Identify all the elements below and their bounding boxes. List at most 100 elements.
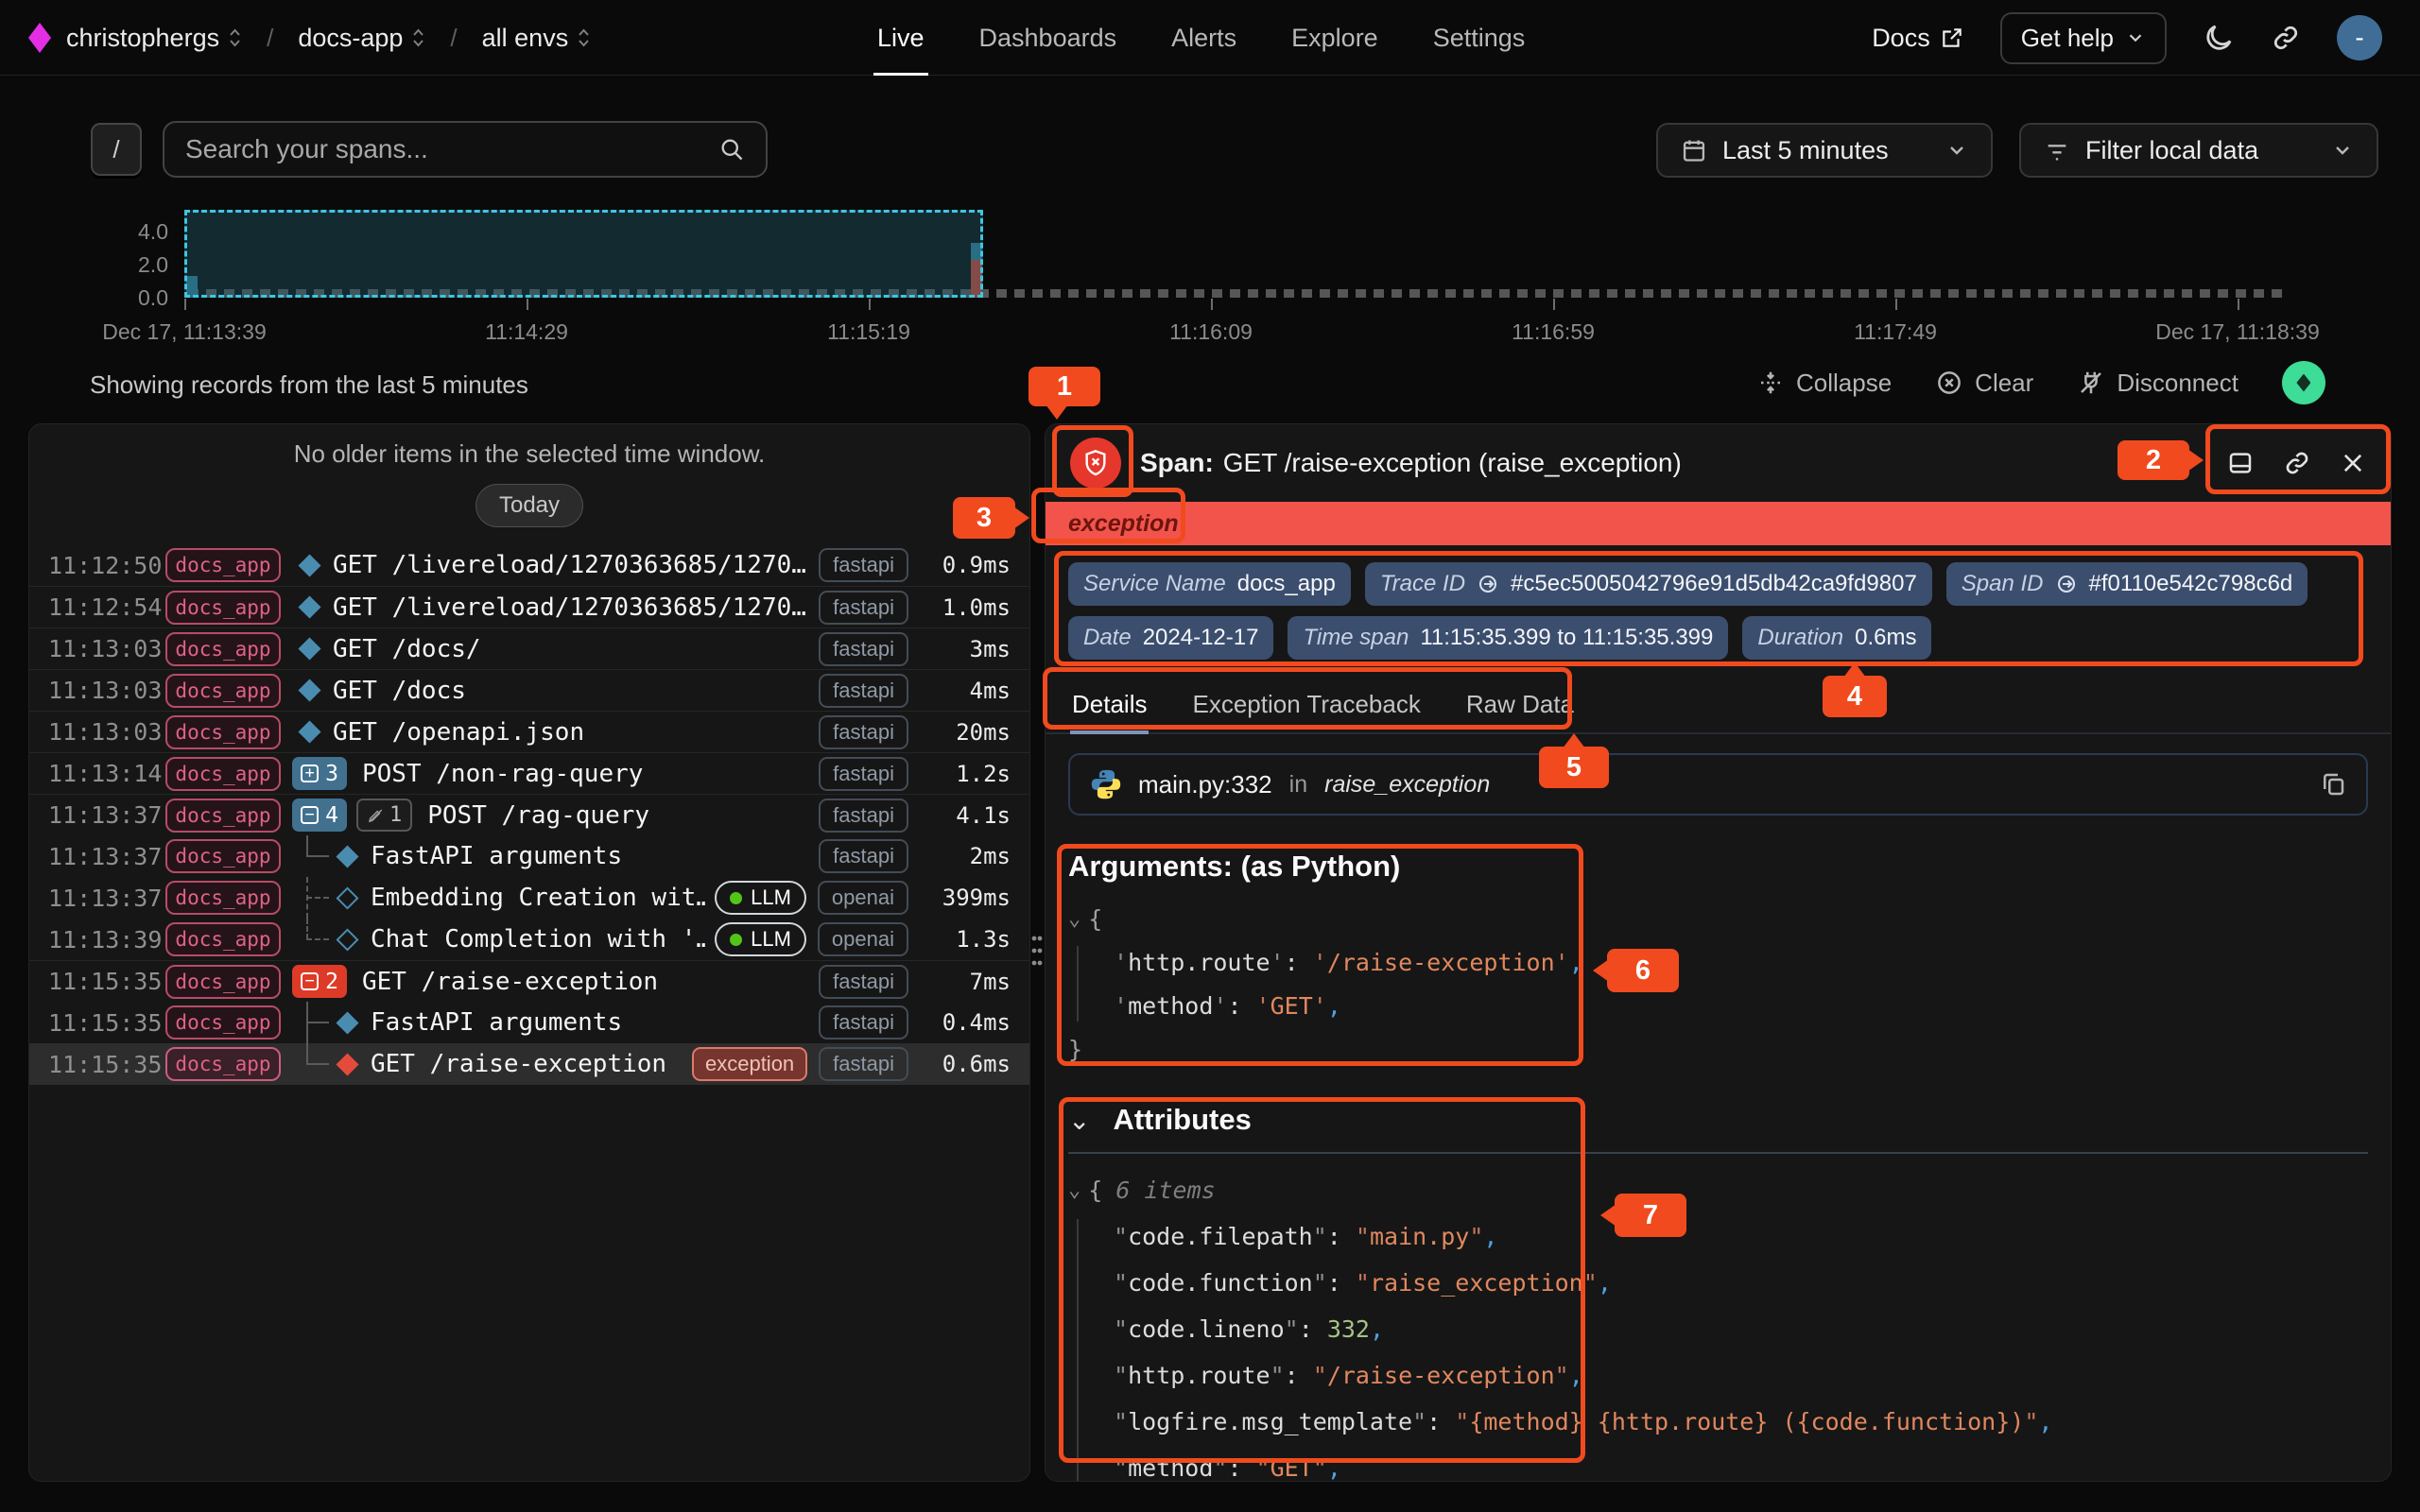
span-row[interactable]: 11:13:03docs_appGET /docs/fastapi3ms xyxy=(29,627,1029,669)
clear-button[interactable]: Clear xyxy=(1935,369,2033,398)
span-row[interactable]: 11:12:54docs_appGET /livereload/12703636… xyxy=(29,586,1029,627)
expand-plus-icon: + xyxy=(301,765,319,782)
moon-icon xyxy=(2203,22,2235,54)
service-badge: docs_app xyxy=(165,591,281,625)
tree-connector xyxy=(292,1043,339,1085)
exception-banner-label: exception xyxy=(1068,510,1179,538)
span-count-badge[interactable]: −4 xyxy=(292,799,347,832)
code-line: ⌄{ xyxy=(1068,897,2368,940)
tree-connector xyxy=(292,1002,339,1043)
span-row[interactable]: 11:12:50docs_appGET /livereload/12703636… xyxy=(29,544,1029,586)
timeline-chart[interactable] xyxy=(184,210,2288,298)
scope-badge: fastapi xyxy=(819,674,908,708)
dark-mode-toggle[interactable] xyxy=(2203,22,2235,54)
span-count-badge[interactable]: +3 xyxy=(292,757,347,790)
span-row[interactable]: 11:13:14docs_app+3POST /non-rag-queryfas… xyxy=(29,752,1029,794)
span-name: GET /openapi.json xyxy=(333,718,807,747)
collapse-icon xyxy=(1756,369,1785,397)
diamond-icon xyxy=(336,845,358,868)
span-metadata-chips: Service Namedocs_appTrace ID#c5ec5005042… xyxy=(1046,545,2391,660)
connector-line xyxy=(306,835,308,856)
span-time: 11:15:35 xyxy=(29,1009,150,1037)
annotation-1: 1 xyxy=(1028,367,1100,406)
annotation-5: 5 xyxy=(1539,747,1609,788)
divider xyxy=(1068,1152,2368,1154)
collapse-button[interactable]: Collapse xyxy=(1756,369,1892,398)
get-help-button[interactable]: Get help xyxy=(2000,12,2167,64)
breadcrumb-org[interactable]: christophergs xyxy=(66,24,242,53)
nav-item-settings[interactable]: Settings xyxy=(1433,0,1526,76)
span-count-badge[interactable]: −2 xyxy=(292,965,347,998)
tree-connector xyxy=(292,919,339,960)
span-tree: −41 xyxy=(292,795,412,836)
copy-button[interactable] xyxy=(2319,770,2347,799)
filter-local-data-button[interactable]: Filter local data xyxy=(2019,123,2378,178)
span-time: 11:15:35 xyxy=(29,1051,150,1078)
span-row[interactable]: 11:15:35docs_appFastAPI argumentsfastapi… xyxy=(29,1002,1029,1043)
connector-line xyxy=(306,897,329,899)
span-duration: 2ms xyxy=(908,843,1029,869)
span-name: GET /livereload/1270363685/1270… xyxy=(333,593,807,622)
search-shortcut-key: / xyxy=(91,123,142,176)
connector-line xyxy=(306,919,308,939)
span-row[interactable]: 11:13:39docs_appChat Completion with '…L… xyxy=(29,919,1029,960)
docs-link[interactable]: Docs xyxy=(1872,24,1964,53)
span-row[interactable]: 11:13:03docs_appGET /docsfastapi4ms xyxy=(29,669,1029,711)
diamond-icon xyxy=(298,720,320,743)
span-row[interactable]: 11:13:03docs_appGET /openapi.jsonfastapi… xyxy=(29,711,1029,752)
span-tree xyxy=(292,670,318,712)
service-badge: docs_app xyxy=(165,632,281,666)
span-title-text: GET /raise-exception (raise_exception) xyxy=(1223,448,1682,477)
breadcrumb-project-label: docs-app xyxy=(298,24,403,53)
service-badge: docs_app xyxy=(165,1005,281,1040)
nav-item-explore[interactable]: Explore xyxy=(1291,0,1378,76)
span-name: FastAPI arguments xyxy=(371,1008,807,1037)
annotation-2: 2 xyxy=(2118,440,2189,480)
chip-label: Date xyxy=(1083,625,1132,651)
span-row[interactable]: 11:13:37docs_appFastAPI argumentsfastapi… xyxy=(29,835,1029,877)
x-tick-label: Dec 17, 11:18:39 xyxy=(2155,319,2319,345)
breadcrumb-project[interactable]: docs-app xyxy=(298,24,425,53)
span-duration: 1.3s xyxy=(908,926,1029,953)
time-range-button[interactable]: Last 5 minutes xyxy=(1656,123,1993,178)
metadata-chip-service-name: Service Namedocs_app xyxy=(1068,562,1351,606)
collapse-minus-icon: − xyxy=(301,806,319,824)
span-time: 11:13:14 xyxy=(29,760,150,787)
span-row[interactable]: 11:13:37docs_appEmbedding Creation wit…L… xyxy=(29,877,1029,919)
span-tree xyxy=(292,835,355,877)
disconnect-button[interactable]: Disconnect xyxy=(2077,369,2238,398)
span-row[interactable]: 11:13:37docs_app−41POST /rag-queryfastap… xyxy=(29,794,1029,835)
copy-link-button[interactable] xyxy=(2283,449,2311,477)
attributes-header[interactable]: ⌄ Attributes xyxy=(1068,1103,2368,1137)
share-link-button[interactable] xyxy=(2271,23,2301,53)
panel-resize-handle[interactable] xyxy=(1029,931,1045,975)
nav-item-live[interactable]: Live xyxy=(877,0,925,76)
disconnect-label: Disconnect xyxy=(2117,369,2238,398)
diamond-icon xyxy=(336,928,358,951)
span-name: GET /livereload/1270363685/1270… xyxy=(333,551,807,579)
chip-value: 2024-12-17 xyxy=(1143,625,1259,651)
close-panel-button[interactable] xyxy=(2340,450,2366,476)
x-tick-label: 11:17:49 xyxy=(1854,319,1937,345)
dock-panel-button[interactable] xyxy=(2226,449,2255,477)
chip-label: Time span xyxy=(1303,625,1409,651)
user-avatar[interactable]: - xyxy=(2337,15,2382,60)
tab-raw-data[interactable]: Raw Data xyxy=(1464,680,1576,732)
span-duration: 7ms xyxy=(908,969,1029,995)
breadcrumb-env[interactable]: all envs xyxy=(482,24,592,53)
span-tree xyxy=(292,1043,355,1085)
tab-details[interactable]: Details xyxy=(1070,680,1149,732)
today-button[interactable]: Today xyxy=(475,484,583,527)
live-indicator-button[interactable] xyxy=(2282,361,2325,404)
chart-selection-window[interactable] xyxy=(184,210,983,298)
search-input[interactable] xyxy=(185,134,705,164)
span-row[interactable]: 11:15:35docs_app−2GET /raise-exceptionfa… xyxy=(29,960,1029,1002)
nav-item-dashboards[interactable]: Dashboards xyxy=(979,0,1117,76)
code-line: 'http.route': '/raise-exception', xyxy=(1068,940,2368,984)
nav-item-alerts[interactable]: Alerts xyxy=(1171,0,1236,76)
x-tick-mark xyxy=(1211,299,1213,310)
span-name: POST /non-rag-query xyxy=(362,760,807,788)
span-tree: −2 xyxy=(292,961,347,1003)
tab-exception-traceback[interactable]: Exception Traceback xyxy=(1190,680,1422,732)
span-row[interactable]: 11:15:35docs_appGET /raise-exception …ex… xyxy=(29,1043,1029,1085)
